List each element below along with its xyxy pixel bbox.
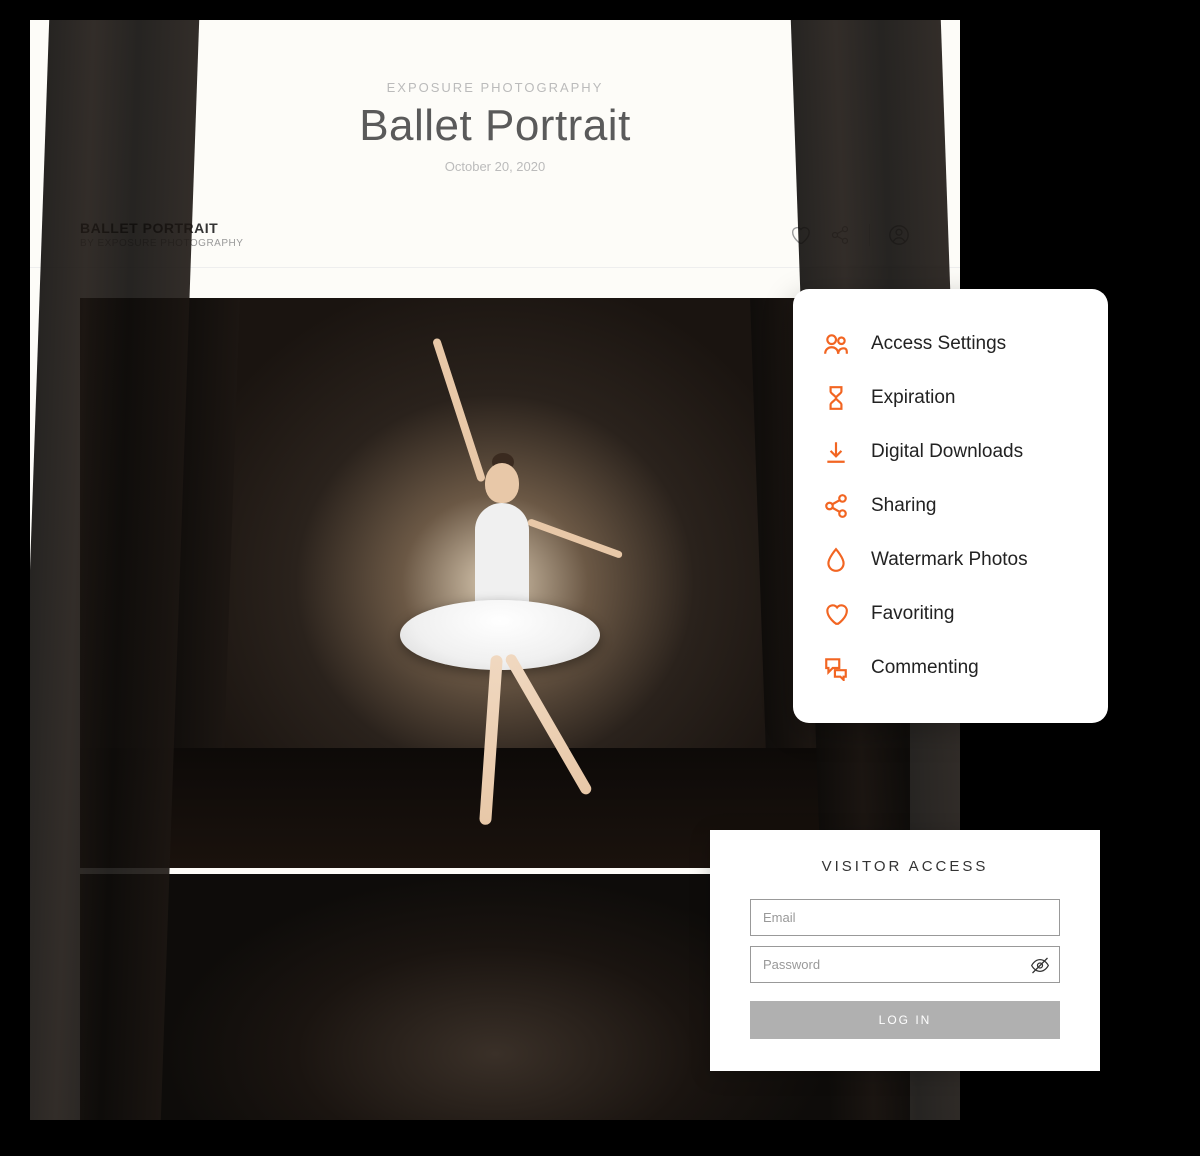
visitor-access-panel: VISITOR ACCESS LOG IN [710, 830, 1100, 1071]
settings-item-access[interactable]: Access Settings [823, 317, 1078, 371]
people-icon [823, 331, 849, 357]
login-button[interactable]: LOG IN [750, 1001, 1060, 1039]
settings-label: Favoriting [871, 603, 954, 625]
settings-label: Digital Downloads [871, 441, 1023, 463]
settings-label: Access Settings [871, 333, 1006, 355]
gallery-photo[interactable] [80, 298, 910, 868]
settings-label: Watermark Photos [871, 549, 1028, 571]
hourglass-icon [823, 385, 849, 411]
droplet-icon [823, 547, 849, 573]
heart-icon [823, 601, 849, 627]
settings-item-expiration[interactable]: Expiration [823, 371, 1078, 425]
settings-item-commenting[interactable]: Commenting [823, 641, 1078, 695]
settings-item-favoriting[interactable]: Favoriting [823, 587, 1078, 641]
settings-label: Commenting [871, 657, 979, 679]
settings-item-watermark[interactable]: Watermark Photos [823, 533, 1078, 587]
settings-label: Sharing [871, 495, 937, 517]
settings-item-downloads[interactable]: Digital Downloads [823, 425, 1078, 479]
share-icon [823, 493, 849, 519]
settings-panel: Access Settings Expiration Digital Downl… [793, 289, 1108, 723]
visitor-access-title: VISITOR ACCESS [750, 858, 1060, 875]
email-field[interactable] [750, 899, 1060, 936]
settings-label: Expiration [871, 387, 956, 409]
toggle-password-visibility-icon[interactable] [1030, 955, 1050, 980]
download-icon [823, 439, 849, 465]
settings-item-sharing[interactable]: Sharing [823, 479, 1078, 533]
password-field[interactable] [750, 946, 1060, 983]
comment-icon [823, 655, 849, 681]
